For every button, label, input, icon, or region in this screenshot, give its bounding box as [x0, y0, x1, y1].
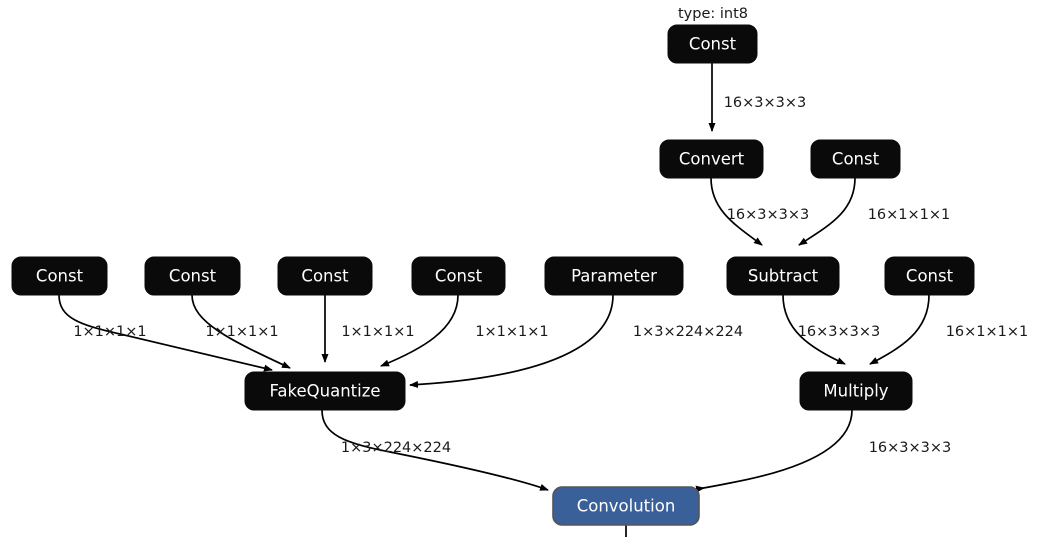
node-const_fq2[interactable]: Const — [144, 256, 241, 296]
node-convert[interactable]: Convert — [659, 139, 764, 179]
edge-label: 16×1×1×1 — [868, 207, 951, 223]
node-label: Multiply — [823, 382, 888, 401]
node-convolution[interactable]: Convolution — [552, 486, 700, 526]
graph-canvas-container: 16×3×3×3 16×3×3×3 16×1×1×1 1×1×1×1 1×1×1×1 1×… — [0, 0, 1042, 537]
node-const_fq4[interactable]: Const — [411, 256, 506, 296]
edges-layer: 16×3×3×3 16×3×3×3 16×1×1×1 1×1×1×1 1×1×1×1 1×… — [58, 63, 1029, 537]
node-label: FakeQuantize — [269, 382, 380, 401]
edge-e_const_sub_subtract: 16×1×1×1 — [798, 177, 951, 246]
edge-label: 1×1×1×1 — [73, 324, 146, 340]
annotation-type_int8: type: int8 — [678, 6, 748, 22]
edge-label: 16×3×3×3 — [798, 324, 881, 340]
node-label: Const — [36, 267, 84, 286]
edge-label: 16×1×1×1 — [946, 324, 1029, 340]
edge-label: 1×3×224×224 — [633, 324, 743, 340]
node-const_int8[interactable]: Const — [667, 24, 758, 64]
edge-label: 1×1×1×1 — [475, 324, 548, 340]
node-const_fq1[interactable]: Const — [11, 256, 108, 296]
node-label: Const — [169, 267, 217, 286]
edge-e_const_int8_convert: 16×3×3×3 — [708, 63, 807, 132]
edge-label: 1×3×224×224 — [341, 440, 451, 456]
edge-e_const_fq3_fakequantize: 1×1×1×1 — [321, 295, 415, 363]
node-subtract[interactable]: Subtract — [726, 256, 840, 296]
edge-label: 1×1×1×1 — [341, 324, 414, 340]
node-label: Const — [689, 35, 737, 54]
node-label: Convert — [679, 150, 745, 169]
node-parameter[interactable]: Parameter — [544, 256, 684, 296]
edge-label: 16×3×3×3 — [724, 95, 807, 111]
edge-e_fakequantize_convolution: 1×3×224×224 — [321, 409, 549, 491]
nodes-layer: Const Convert Const Const Const Const Const Par… — [11, 24, 975, 526]
edge-line — [695, 409, 853, 493]
computational-graph: 16×3×3×3 16×3×3×3 16×1×1×1 1×1×1×1 1×1×1×1 1×… — [11, 6, 1029, 537]
edge-e_parameter_fakequantize: 1×3×224×224 — [409, 294, 743, 388]
node-const_fq3[interactable]: Const — [277, 256, 373, 296]
node-label: Parameter — [571, 267, 657, 286]
annotations-layer: type: int8 — [678, 6, 748, 22]
edge-e_const_fq2_fakequantize: 1×1×1×1 — [191, 294, 291, 369]
edge-e_subtract_multiply: 16×3×3×3 — [782, 294, 881, 365]
node-label: Subtract — [748, 267, 819, 286]
edge-label: 1×1×1×1 — [205, 324, 278, 340]
edge-label: 16×3×3×3 — [727, 207, 810, 223]
node-label: Const — [301, 267, 349, 286]
node-multiply[interactable]: Multiply — [799, 371, 913, 411]
node-fakequantize[interactable]: FakeQuantize — [244, 371, 406, 411]
edge-e_convert_subtract: 16×3×3×3 — [710, 177, 810, 246]
node-const_sub[interactable]: Const — [810, 139, 901, 179]
node-const_mul[interactable]: Const — [884, 256, 975, 296]
node-label: Const — [832, 150, 880, 169]
node-label: Const — [435, 267, 483, 286]
node-label: Convolution — [577, 497, 676, 516]
edge-label: 16×3×3×3 — [869, 440, 952, 456]
edge-e_multiply_convolution: 16×3×3×3 — [695, 409, 952, 493]
node-label: Const — [906, 267, 954, 286]
edge-e_const_mul_multiply: 16×1×1×1 — [869, 294, 1029, 365]
edge-line — [409, 294, 614, 388]
